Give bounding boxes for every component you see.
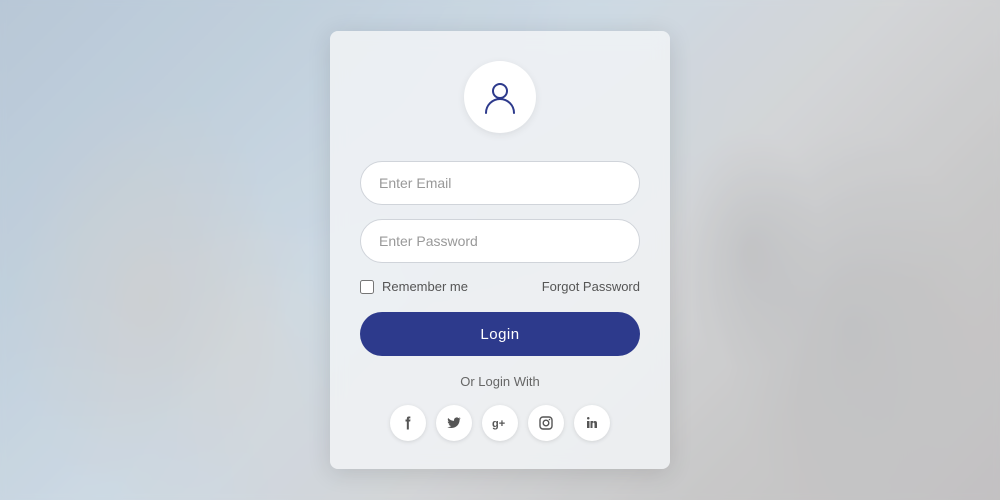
instagram-icon <box>539 416 553 430</box>
twitter-button[interactable] <box>436 405 472 441</box>
google-button[interactable]: g+ <box>482 405 518 441</box>
login-card: Remember me Forgot Password Login Or Log… <box>330 31 670 469</box>
password-input[interactable] <box>360 219 640 263</box>
google-icon: g+ <box>492 416 508 430</box>
instagram-button[interactable] <box>528 405 564 441</box>
login-button[interactable]: Login <box>360 312 640 356</box>
svg-text:g+: g+ <box>492 418 505 430</box>
user-icon <box>481 78 519 116</box>
or-login-text: Or Login With <box>460 374 539 389</box>
email-input[interactable] <box>360 161 640 205</box>
remember-me-checkbox[interactable] <box>360 280 374 294</box>
options-row: Remember me Forgot Password <box>360 279 640 294</box>
remember-me-label[interactable]: Remember me <box>360 279 468 294</box>
forgot-password-link[interactable]: Forgot Password <box>542 279 640 294</box>
facebook-icon <box>401 416 415 430</box>
remember-me-text: Remember me <box>382 279 468 294</box>
twitter-icon <box>447 416 461 430</box>
avatar-circle <box>464 61 536 133</box>
linkedin-button[interactable] <box>574 405 610 441</box>
social-icons-row: g+ <box>390 405 610 441</box>
facebook-button[interactable] <box>390 405 426 441</box>
linkedin-icon <box>585 416 599 430</box>
